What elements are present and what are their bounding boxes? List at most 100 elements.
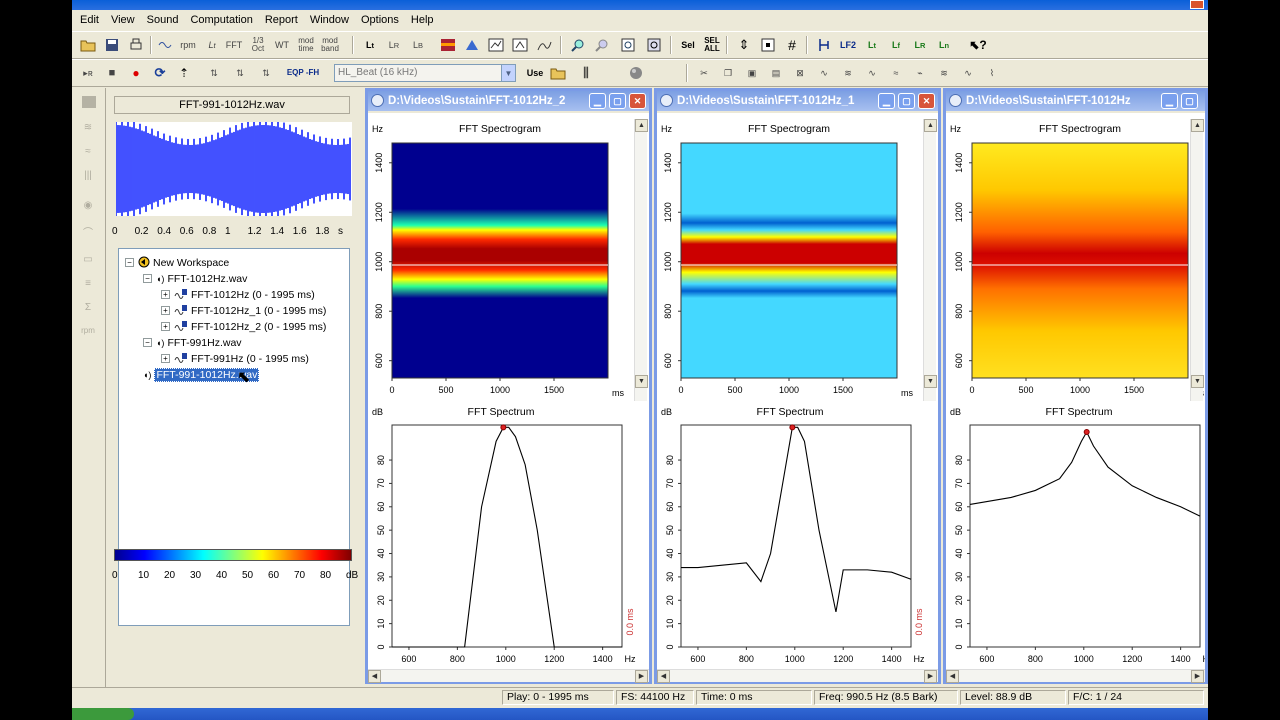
wave-edit-3-icon[interactable]: ∿ xyxy=(862,63,882,83)
analysis-window[interactable]: D:\Videos\Sustain\FFT-1012Hz_2 ▁ ▢ ✕ Hz FFT S… xyxy=(365,88,652,684)
help-pointer-icon[interactable]: ⬉? xyxy=(968,35,988,55)
menu-sound[interactable]: Sound xyxy=(141,14,185,26)
window-title-bar[interactable]: D:\Videos\Sustain\FFT-1012Hz_1 ▁ ▢ ✕ xyxy=(657,91,938,111)
spectrogram-vscroll[interactable]: ▲ ▼ xyxy=(1190,119,1204,401)
fft-button[interactable]: FFT xyxy=(224,35,244,55)
close-button[interactable]: ✕ xyxy=(918,93,935,109)
level-b-icon[interactable]: LB xyxy=(408,35,428,55)
peak-marker[interactable] xyxy=(789,424,796,431)
menu-window[interactable]: Window xyxy=(304,14,355,26)
tree-item[interactable]: − New Workspace xyxy=(125,255,229,270)
copy-icon[interactable]: ❐ xyxy=(718,63,738,83)
rpm-icon[interactable]: rpm xyxy=(78,326,98,342)
spectrogram-vscroll[interactable]: ▲ ▼ xyxy=(634,119,648,401)
stop-square-icon[interactable] xyxy=(82,96,96,108)
collapse-icon[interactable]: − xyxy=(125,258,134,267)
use-button[interactable]: Use xyxy=(522,63,548,83)
spectrum-plot-area[interactable] xyxy=(969,424,1201,648)
chevron-down-icon[interactable]: ▼ xyxy=(501,65,515,81)
spectrogram-icon[interactable] xyxy=(438,35,458,55)
filter-select[interactable]: HL_Beat (16 kHz) ▼ xyxy=(334,64,516,82)
scroll-left-icon[interactable]: ◀ xyxy=(368,670,381,683)
scroll-left-icon[interactable]: ◀ xyxy=(946,670,959,683)
bars-icon[interactable]: ||| xyxy=(78,170,98,186)
spectrogram-vscroll[interactable]: ▲ ▼ xyxy=(923,119,937,401)
channel-3-icon[interactable]: ⇅ xyxy=(256,63,276,83)
record-icon[interactable]: ● xyxy=(126,63,146,83)
grid-icon[interactable]: # xyxy=(782,35,802,55)
bracket-icon[interactable] xyxy=(814,35,834,55)
minimize-button[interactable]: ▁ xyxy=(1161,93,1178,109)
waveform-icon[interactable]: ≋ xyxy=(78,122,98,138)
spectrogram-image[interactable] xyxy=(391,142,609,379)
spectrum-hscroll[interactable]: ◀ ▶ xyxy=(657,669,938,683)
spectrum-plot-area[interactable] xyxy=(680,424,912,648)
spectrum-hscroll[interactable]: ◀ ▶ xyxy=(946,669,1205,683)
expand-icon[interactable]: + xyxy=(161,354,170,363)
loop-icon[interactable]: ⟳ xyxy=(150,63,170,83)
sigma-icon[interactable]: Σ xyxy=(78,302,98,318)
tree-item[interactable]: − ◖) FFT-991Hz.wav xyxy=(143,335,242,350)
window-title-bar[interactable]: D:\Videos\Sustain\FFT-1012Hz_2 ▁ ▢ ✕ xyxy=(368,91,649,111)
close-button[interactable]: ✕ xyxy=(629,93,646,109)
paste-icon[interactable]: ▣ xyxy=(742,63,762,83)
wave-edit-5-icon[interactable]: ⌁ xyxy=(910,63,930,83)
tree-item[interactable]: + FFT-1012Hz_2 (0 - 1995 ms) xyxy=(161,319,326,334)
paste-special-icon[interactable]: ▤ xyxy=(766,63,786,83)
scroll-down-icon[interactable]: ▼ xyxy=(924,375,937,388)
wave-edit-6-icon[interactable]: ≋ xyxy=(934,63,954,83)
expand-icon[interactable]: + xyxy=(161,306,170,315)
third-octave-button[interactable]: 1/3 Oct xyxy=(248,35,268,55)
save-icon[interactable] xyxy=(102,35,122,55)
ln-button[interactable]: Ln xyxy=(934,35,954,55)
ear-icon[interactable]: ◉ xyxy=(78,200,98,216)
rpm-button[interactable]: rpm xyxy=(178,35,198,55)
expand-icon[interactable]: + xyxy=(161,290,170,299)
menu-edit[interactable]: Edit xyxy=(74,14,105,26)
play-range-icon[interactable]: ▸ʀ xyxy=(78,63,98,83)
mod-band-button[interactable]: mod band xyxy=(320,35,340,55)
chart-zoom-icon[interactable] xyxy=(510,35,530,55)
scroll-right-icon[interactable]: ▶ xyxy=(635,670,648,683)
levels-icon[interactable]: ≡ xyxy=(78,278,98,294)
filter-icon[interactable]: ⌒ xyxy=(78,224,98,240)
scroll-down-icon[interactable]: ▼ xyxy=(1191,375,1204,388)
maximize-button[interactable]: ▢ xyxy=(898,93,915,109)
lr-button[interactable]: LR xyxy=(910,35,930,55)
equalizer-button[interactable]: EQP -FH xyxy=(286,63,320,83)
marker-icon[interactable] xyxy=(758,35,778,55)
scroll-up-icon[interactable]: ▲ xyxy=(1191,119,1204,132)
cut-icon[interactable]: ✂ xyxy=(694,63,714,83)
app-close-button[interactable] xyxy=(1190,0,1204,9)
spectrum-icon[interactable]: ≈ xyxy=(78,146,98,162)
peak-marker[interactable] xyxy=(500,424,507,431)
wave-edit-7-icon[interactable]: ∿ xyxy=(958,63,978,83)
wave-icon[interactable] xyxy=(156,35,176,55)
lf-button[interactable]: Lf xyxy=(886,35,906,55)
spectrogram-image[interactable] xyxy=(971,142,1189,379)
chart-icon[interactable] xyxy=(486,35,506,55)
menu-view[interactable]: View xyxy=(105,14,141,26)
print-icon[interactable] xyxy=(126,35,146,55)
spectrum-plot-area[interactable] xyxy=(391,424,623,648)
maximize-button[interactable]: ▢ xyxy=(1181,93,1198,109)
scroll-right-icon[interactable]: ▶ xyxy=(1191,670,1204,683)
start-button[interactable] xyxy=(72,708,134,720)
tree-item[interactable]: + FFT-1012Hz (0 - 1995 ms) xyxy=(161,287,315,302)
collapse-icon[interactable]: − xyxy=(143,274,152,283)
zoom-out-icon[interactable] xyxy=(592,35,612,55)
menu-report[interactable]: Report xyxy=(259,14,304,26)
scroll-up-icon[interactable]: ▲ xyxy=(635,119,648,132)
level-time-icon[interactable]: Lt xyxy=(202,35,222,55)
peak-marker[interactable] xyxy=(1083,429,1090,436)
channel-1-icon[interactable]: ⇅ xyxy=(204,63,224,83)
expand-icon[interactable]: + xyxy=(161,322,170,331)
minimize-button[interactable]: ▁ xyxy=(878,93,895,109)
wave-edit-4-icon[interactable]: ≈ xyxy=(886,63,906,83)
tree-item[interactable]: − ◖) FFT-1012Hz.wav xyxy=(143,271,247,286)
menu-options[interactable]: Options xyxy=(355,14,405,26)
lf2-button[interactable]: LF2 xyxy=(838,35,858,55)
scroll-up-icon[interactable]: ▲ xyxy=(924,119,937,132)
spectrogram-image[interactable] xyxy=(680,142,898,379)
wave-edit-2-icon[interactable]: ≋ xyxy=(838,63,858,83)
